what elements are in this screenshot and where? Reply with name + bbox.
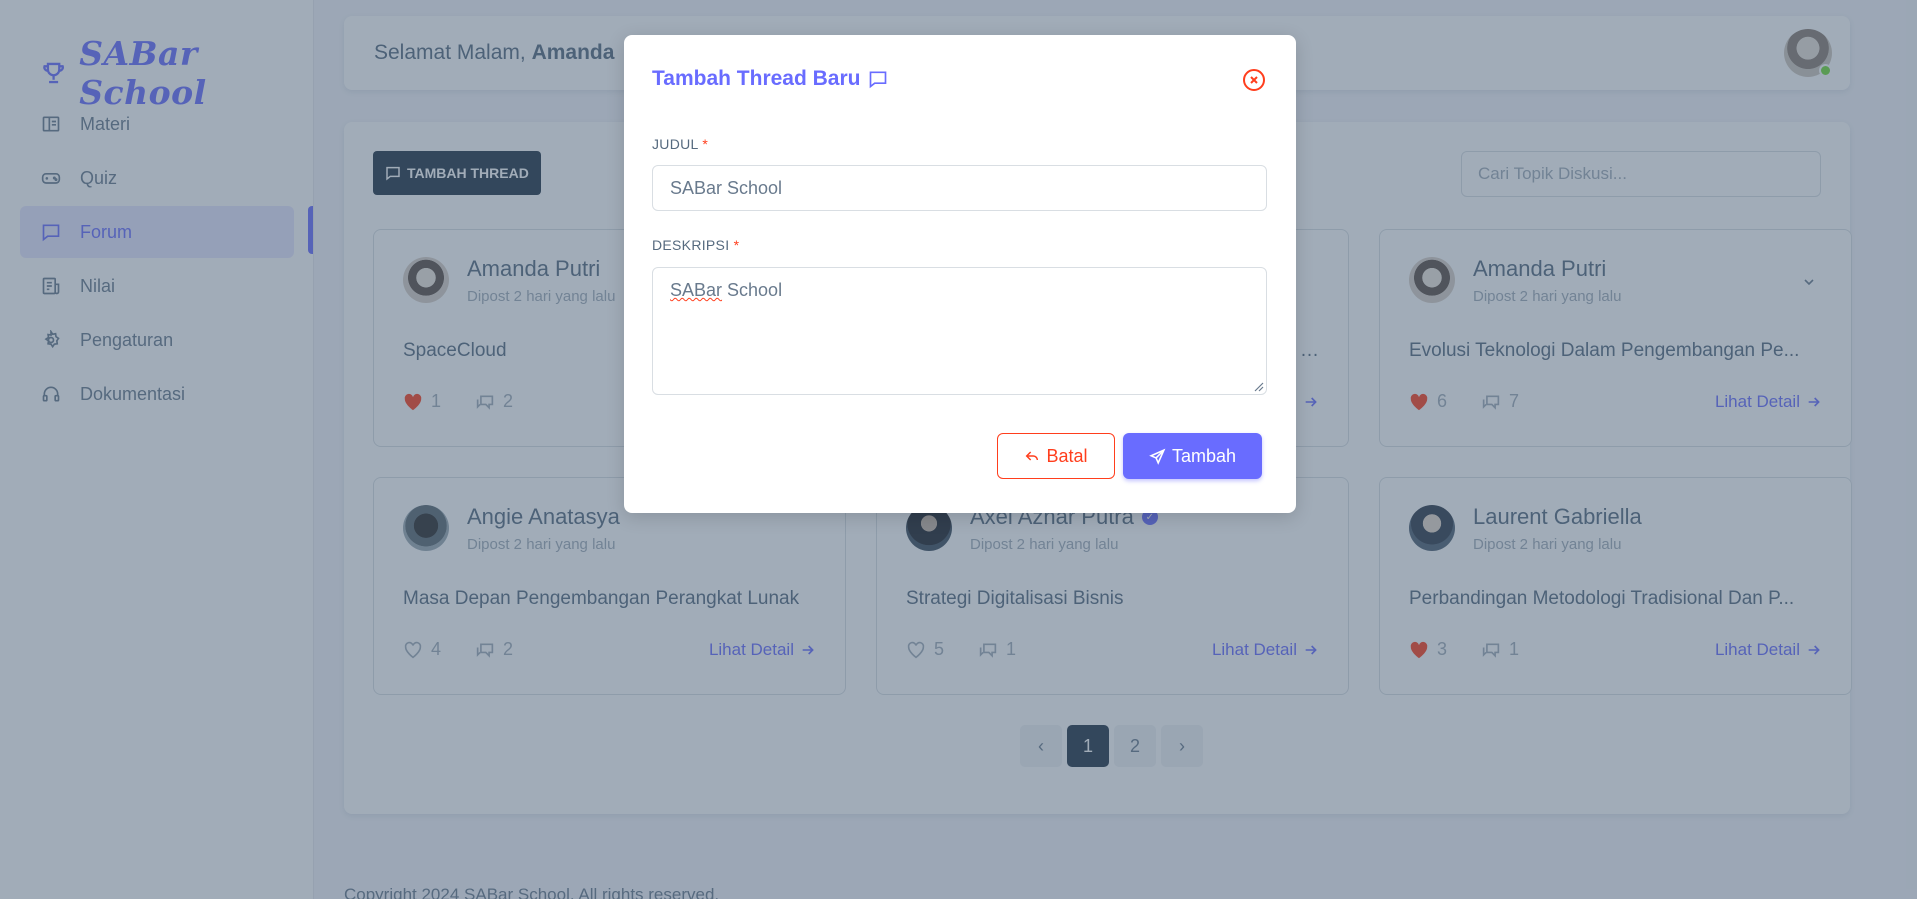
cancel-button[interactable]: Batal (997, 433, 1115, 479)
send-icon (1149, 448, 1166, 465)
deskripsi-value-word1: SABar (670, 280, 723, 300)
required-mark: * (733, 237, 740, 253)
submit-button[interactable]: Tambah (1123, 433, 1262, 479)
modal-title: Tambah Thread Baru (652, 67, 888, 91)
judul-label-text: JUDUL (652, 136, 699, 152)
deskripsi-label-text: DESKRIPSI (652, 237, 730, 253)
resize-handle-icon[interactable] (1252, 380, 1264, 392)
cancel-label: Batal (1046, 445, 1088, 466)
reply-icon (1026, 451, 1039, 461)
judul-label: JUDUL * (652, 136, 708, 152)
add-thread-modal: Tambah Thread Baru JUDUL * SABar School … (624, 35, 1296, 513)
required-mark: * (702, 136, 709, 152)
judul-input[interactable]: SABar School (652, 165, 1267, 211)
submit-label: Tambah (1171, 445, 1237, 466)
judul-value: SABar School (670, 177, 783, 198)
deskripsi-value-word2: School (722, 280, 783, 300)
chat-icon (870, 71, 887, 89)
deskripsi-label: DESKRIPSI * (652, 237, 739, 253)
close-icon[interactable] (1242, 68, 1266, 92)
deskripsi-textarea[interactable]: SABar School (652, 267, 1267, 395)
modal-title-text: Tambah Thread Baru (652, 67, 861, 90)
